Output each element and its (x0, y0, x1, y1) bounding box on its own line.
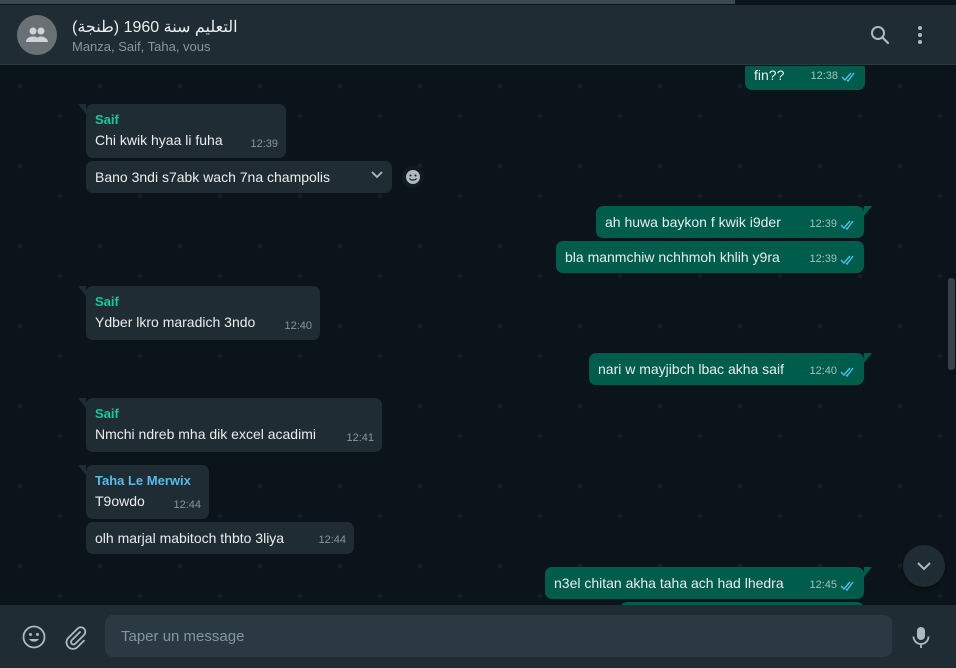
message-time: 12:40 (809, 365, 837, 377)
message-bubble-incoming[interactable]: Saif Chi kwik hyaa li fuha 12:39 (78, 104, 286, 158)
message-bubble-incoming-hover[interactable]: Bano 3ndi s7abk wach 7na champolis (86, 161, 392, 193)
message-bubble-incoming[interactable]: Taha Le Merwix T9owdo 12:44 (78, 465, 209, 519)
emoji-icon[interactable] (21, 624, 47, 650)
message-text: fin?? (754, 67, 785, 83)
message-text: Bano 3ndi s7abk wach 7na champolis (95, 169, 331, 185)
message-time: 12:41 (346, 432, 374, 444)
read-receipt-icon (841, 72, 855, 82)
chat-title[interactable]: التعليم سنة 1960 (طنجة) (72, 17, 238, 37)
read-receipt-icon (840, 581, 854, 591)
message-text: ah huwa baykon f kwik i9der (605, 214, 781, 230)
message-bubble-outgoing[interactable]: ah huwa baykon f kwik i9der 12:39 (596, 206, 872, 238)
message-meta: 12:45 (809, 576, 856, 595)
chat-header[interactable]: التعليم سنة 1960 (طنجة) Manza, Saif, Tah… (0, 5, 956, 65)
message-input[interactable] (105, 615, 892, 657)
scroll-to-bottom-button[interactable] (903, 545, 945, 587)
message-time: 12:39 (250, 138, 278, 150)
message-text: n3el chitan akha taha ach had lhedra (554, 575, 784, 591)
read-receipt-icon (840, 255, 854, 265)
search-icon[interactable] (868, 23, 892, 47)
message-text: T9owdo (95, 493, 145, 509)
message-meta: 12:39 (809, 250, 856, 269)
message-meta: 12:44 (173, 496, 201, 515)
message-meta: 12:41 (346, 429, 374, 448)
message-meta: 12:38 (810, 67, 857, 86)
message-bubble-outgoing[interactable]: n3el chitan akha taha ach had lhedra 12:… (545, 567, 872, 599)
message-bubble-outgoing[interactable]: nari w mayjibch lbac akha saif 12:40 (589, 353, 872, 385)
microphone-icon[interactable] (908, 624, 934, 650)
message-bubble-incoming[interactable]: Saif Ydber lkro maradich 3ndo 12:40 (78, 286, 320, 340)
message-list[interactable]: fin?? 12:38 Saif Chi kwik hyaa li fuha 1… (0, 66, 956, 605)
message-time: 12:44 (318, 534, 346, 546)
chat-scrollbar[interactable] (948, 278, 955, 370)
message-sender: Saif (95, 112, 119, 127)
chevron-down-icon[interactable] (370, 170, 384, 180)
message-bubble-outgoing[interactable]: fin?? 12:38 (745, 66, 865, 90)
message-text: Nmchi ndreb mha dik excel acadimi (95, 426, 316, 442)
chat-members[interactable]: Manza, Saif, Taha, vous (72, 39, 211, 54)
read-receipt-icon (840, 220, 854, 230)
message-time: 12:38 (810, 70, 838, 82)
message-time: 12:40 (284, 320, 312, 332)
group-avatar-icon[interactable] (17, 15, 57, 55)
message-time: 12:44 (173, 499, 201, 511)
message-time: 12:39 (809, 218, 837, 230)
message-text: nari w mayjibch lbac akha saif (598, 361, 784, 377)
message-meta: 12:39 (250, 135, 278, 154)
message-sender: Saif (95, 406, 119, 421)
message-text: olh marjal mabitoch thbto 3liya (95, 530, 285, 546)
message-time: 12:39 (809, 253, 837, 265)
kebab-menu-icon[interactable] (908, 23, 932, 47)
message-time: 12:45 (809, 579, 837, 591)
message-bubble-incoming[interactable]: olh marjal mabitoch thbto 3liya 12:44 (86, 522, 354, 554)
emoji-react-icon[interactable] (402, 166, 424, 188)
window-top-accent (0, 0, 735, 4)
message-bubble-outgoing[interactable]: bla manmchiw nchhmoh khlih y9ra 12:39 (556, 241, 864, 273)
composer-bar (0, 605, 956, 668)
message-bubble-incoming[interactable]: Saif Nmchi ndreb mha dik excel acadimi 1… (78, 398, 382, 452)
read-receipt-icon (840, 367, 854, 377)
message-meta: 12:40 (284, 317, 312, 336)
message-sender: Saif (95, 294, 119, 309)
chevron-down-icon (917, 562, 931, 571)
message-text: bla manmchiw nchhmoh khlih y9ra (565, 249, 780, 265)
message-sender: Taha Le Merwix (95, 473, 191, 488)
message-meta: 12:39 (809, 215, 856, 234)
message-meta: 12:40 (809, 362, 856, 381)
paperclip-icon[interactable] (62, 624, 88, 650)
message-text: Chi kwik hyaa li fuha (95, 132, 223, 148)
message-text: Ydber lkro maradich 3ndo (95, 314, 256, 330)
message-meta: 12:44 (318, 531, 346, 550)
